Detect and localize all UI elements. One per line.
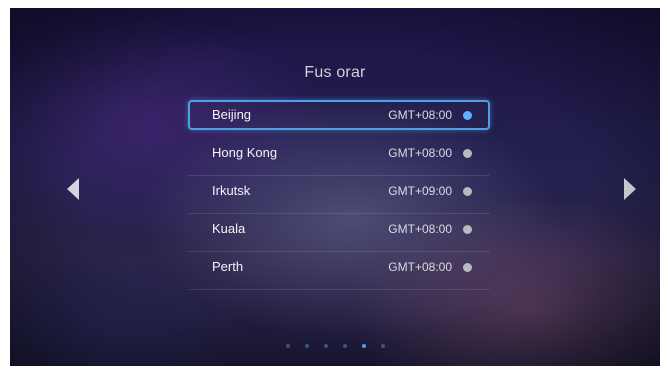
timezone-list: Beijing GMT+08:00 Hong Kong GMT+08:00 Ir… <box>188 100 490 290</box>
timezone-row-irkutsk[interactable]: Irkutsk GMT+09:00 <box>188 176 490 214</box>
timezone-row-beijing[interactable]: Beijing GMT+08:00 <box>188 100 490 130</box>
tv-screen: Fus orar Beijing GMT+08:00 Hong Kong GMT… <box>10 8 660 366</box>
timezone-offset: GMT+08:00 <box>388 260 452 274</box>
page-dot[interactable] <box>305 344 309 348</box>
chevron-right-icon[interactable] <box>624 178 636 200</box>
timezone-city: Beijing <box>212 107 252 122</box>
timezone-offset: GMT+09:00 <box>388 184 452 198</box>
timezone-city: Kuala <box>212 221 246 236</box>
page-dot[interactable] <box>381 344 385 348</box>
timezone-row-perth[interactable]: Perth GMT+08:00 <box>188 252 490 290</box>
timezone-offset: GMT+08:00 <box>388 222 452 236</box>
radio-unselected-icon <box>463 149 472 158</box>
page-title: Fus orar <box>304 64 366 81</box>
page-dot[interactable] <box>343 344 347 348</box>
radio-unselected-icon <box>463 263 472 272</box>
radio-selected-icon <box>463 111 472 120</box>
radio-unselected-icon <box>463 187 472 196</box>
timezone-offset: GMT+08:00 <box>388 108 452 122</box>
timezone-row-kuala[interactable]: Kuala GMT+08:00 <box>188 214 490 252</box>
page-dot-active[interactable] <box>362 344 366 348</box>
timezone-city: Hong Kong <box>212 145 278 160</box>
page-dot[interactable] <box>286 344 290 348</box>
timezone-offset: GMT+08:00 <box>388 146 452 160</box>
page-indicator <box>286 344 385 348</box>
radio-unselected-icon <box>463 225 472 234</box>
timezone-city: Irkutsk <box>212 183 251 198</box>
timezone-city: Perth <box>212 259 244 274</box>
chevron-left-icon[interactable] <box>67 178 79 200</box>
page-dot[interactable] <box>324 344 328 348</box>
timezone-row-hong-kong[interactable]: Hong Kong GMT+08:00 <box>188 138 490 176</box>
